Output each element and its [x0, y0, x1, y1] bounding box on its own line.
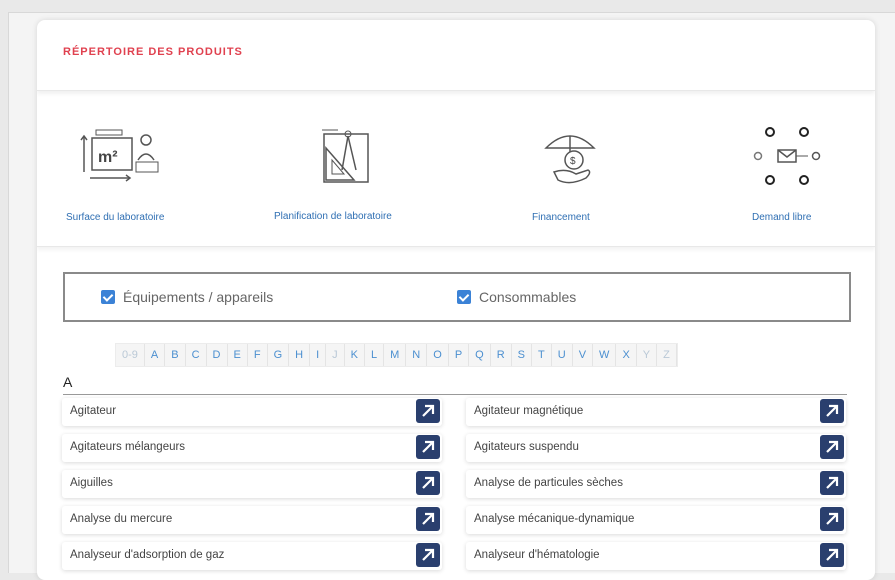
product-name[interactable]: Analyse mécanique-dynamique	[474, 513, 634, 525]
alphabet-letter-k[interactable]: K	[345, 344, 365, 366]
product-name[interactable]: Analyseur d'hématologie	[474, 549, 600, 561]
alphabet-letter-r[interactable]: R	[491, 344, 512, 366]
alphabet-letter-n[interactable]: N	[406, 344, 428, 366]
alphabet-letter-b[interactable]: B	[165, 344, 186, 366]
alphabet-letter-i[interactable]: I	[310, 344, 327, 366]
svg-text:$: $	[570, 156, 576, 167]
open-arrow-icon[interactable]	[820, 543, 844, 567]
product-row[interactable]: Agitateur magnétique	[466, 398, 846, 426]
section-divider	[63, 394, 847, 395]
product-name[interactable]: Aiguilles	[70, 477, 113, 489]
product-row[interactable]: Agitateurs mélangeurs	[62, 434, 442, 462]
consumables-checkbox[interactable]	[457, 290, 471, 304]
alphabet-letter-c[interactable]: C	[186, 344, 207, 366]
alphabet-letter-q[interactable]: Q	[469, 344, 491, 366]
alphabet-letter-u[interactable]: U	[552, 344, 573, 366]
service-label: Surface du laboratoire	[66, 212, 165, 223]
open-arrow-icon[interactable]	[820, 507, 844, 531]
service-label: Planification de laboratoire	[274, 211, 392, 222]
alphabet-nav: 0-9 A B C D E F G H I J K L M N O P Q R S T U V W X Y Z	[115, 343, 678, 367]
alphabet-letter-w[interactable]: W	[593, 344, 617, 366]
product-row[interactable]: Agitateur	[62, 398, 442, 426]
financing-icon: $	[540, 126, 600, 193]
free-request-icon	[748, 124, 830, 193]
alphabet-letter-l[interactable]: L	[365, 344, 385, 366]
product-row[interactable]: Aiguilles	[62, 470, 442, 498]
alphabet-letter-v[interactable]: V	[573, 344, 594, 366]
product-name[interactable]: Analyseur d'adsorption de gaz	[70, 549, 224, 561]
alphabet-letter-j: J	[326, 344, 345, 366]
lab-surface-icon: m²	[80, 126, 162, 193]
service-label: Financement	[532, 212, 590, 223]
alphabet-letter-f[interactable]: F	[248, 344, 268, 366]
product-name[interactable]: Analyse du mercure	[70, 513, 172, 525]
lab-planning-icon	[318, 126, 374, 193]
product-row[interactable]: Analyse du mercure	[62, 506, 442, 534]
alphabet-letter-e[interactable]: E	[228, 344, 248, 366]
equipment-checkbox[interactable]	[101, 290, 115, 304]
card-header: RÉPERTOIRE DES PRODUITS	[37, 20, 875, 91]
product-name[interactable]: Analyse de particules sèches	[474, 477, 623, 489]
product-name[interactable]: Agitateur magnétique	[474, 405, 583, 417]
product-row[interactable]: Agitateurs suspendu	[466, 434, 846, 462]
open-arrow-icon[interactable]	[820, 435, 844, 459]
card-title: RÉPERTOIRE DES PRODUITS	[63, 46, 243, 58]
open-arrow-icon[interactable]	[416, 435, 440, 459]
alphabet-letter-s[interactable]: S	[512, 344, 533, 366]
open-arrow-icon[interactable]	[416, 543, 440, 567]
product-name[interactable]: Agitateurs mélangeurs	[70, 441, 185, 453]
alphabet-letter-0-9: 0-9	[116, 344, 145, 366]
alphabet-letter-x[interactable]: X	[616, 344, 637, 366]
equipment-label[interactable]: Équipements / appareils	[123, 289, 273, 305]
open-arrow-icon[interactable]	[416, 399, 440, 423]
svg-text:m²: m²	[98, 149, 118, 166]
open-arrow-icon[interactable]	[820, 471, 844, 495]
alphabet-letter-o[interactable]: O	[427, 344, 449, 366]
alphabet-letter-d[interactable]: D	[207, 344, 228, 366]
product-type-filter: Équipements / appareils Consommables	[63, 272, 851, 322]
open-arrow-icon[interactable]	[820, 399, 844, 423]
service-label: Demand libre	[752, 212, 812, 223]
product-name[interactable]: Agitateur	[70, 405, 116, 417]
alphabet-letter-y: Y	[637, 344, 658, 366]
open-arrow-icon[interactable]	[416, 471, 440, 495]
product-name[interactable]: Agitateurs suspendu	[474, 441, 579, 453]
alphabet-letter-t[interactable]: T	[532, 344, 552, 366]
open-arrow-icon[interactable]	[416, 507, 440, 531]
product-row[interactable]: Analyse de particules sèches	[466, 470, 846, 498]
section-letter: A	[63, 374, 73, 390]
consumables-label[interactable]: Consommables	[479, 289, 576, 305]
alphabet-letter-p[interactable]: P	[449, 344, 470, 366]
alphabet-letter-g[interactable]: G	[268, 344, 290, 366]
alphabet-letter-z: Z	[657, 344, 677, 366]
alphabet-letter-h[interactable]: H	[289, 344, 311, 366]
alphabet-letter-m[interactable]: M	[384, 344, 407, 366]
product-row[interactable]: Analyse mécanique-dynamique	[466, 506, 846, 534]
alphabet-letter-a[interactable]: A	[145, 344, 166, 366]
